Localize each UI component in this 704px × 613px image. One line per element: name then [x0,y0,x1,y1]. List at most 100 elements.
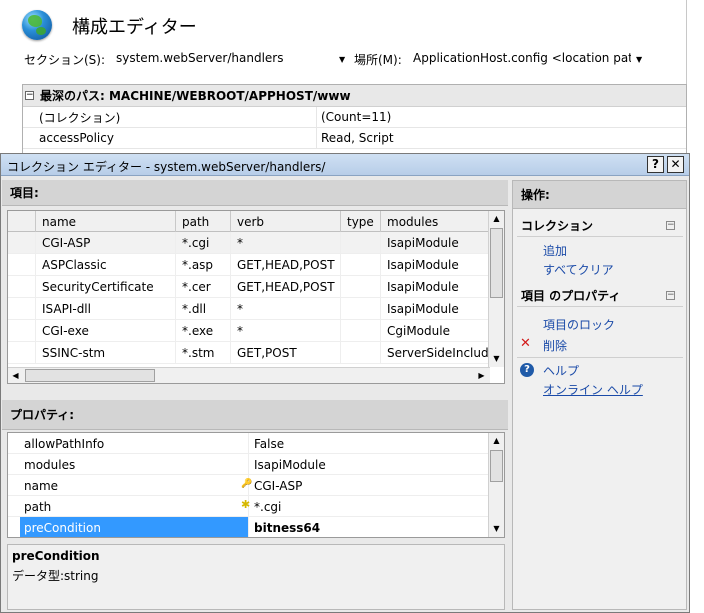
lock-item-link[interactable]: 項目のロック [543,316,615,333]
cell-verb: * [231,320,341,342]
cell-name: SSINC-stm [36,342,176,364]
scroll-thumb[interactable] [490,228,503,298]
column-header-type[interactable]: type [341,211,381,232]
required-star-icon: ✱ [241,498,251,511]
add-link[interactable]: 追加 [543,242,567,259]
actions-header: 操作: [513,181,686,209]
column-header-verb[interactable]: verb [231,211,341,232]
scroll-down-icon[interactable]: ▼ [489,521,504,537]
tree-row[interactable]: accessPolicy Read, Script [23,128,686,149]
path-header-text: 最深のパス: MACHINE/WEBROOT/APPHOST/www [40,89,351,103]
cell-path: *.exe [176,320,231,342]
property-row[interactable]: allowPathInfo False [8,433,490,454]
row-selector[interactable] [8,342,36,364]
collapse-icon[interactable]: − [666,221,675,230]
property-description: preCondition データ型:string [7,544,505,610]
table-row[interactable]: CGI-ASP *.cgi * IsapiModule [8,232,490,254]
location-dropdown-arrow-icon[interactable]: ▼ [636,55,642,64]
row-selector[interactable] [8,276,36,298]
property-row-selected[interactable]: preCondition bitness64 [8,517,490,537]
cell-modules: IsapiModule [387,236,459,250]
table-row[interactable]: SSINC-stm *.stm GET,POST ServerSideInclu… [8,342,490,364]
row-selector[interactable] [8,320,36,342]
cell-verb: * [231,232,341,254]
section-combo[interactable]: system.webServer/handlers [112,47,348,69]
property-name: allowPathInfo [8,433,249,454]
table-row[interactable]: ASPClassic *.asp GET,HEAD,POST IsapiModu… [8,254,490,276]
cell-name: SecurityCertificate [36,276,176,298]
property-name: modules [8,454,249,475]
property-value[interactable]: *.cgi [254,496,281,517]
items-vertical-scrollbar[interactable]: ▲ ▼ [488,211,504,367]
location-combo[interactable]: ApplicationHost.config <location path [409,47,631,69]
divider [517,357,683,358]
scroll-left-icon[interactable]: ◀ [8,368,23,383]
property-value[interactable]: CGI-ASP [254,475,302,496]
cell-modules: IsapiModule [387,280,459,294]
scroll-down-icon[interactable]: ▼ [489,351,504,367]
table-row[interactable]: SecurityCertificate *.cer GET,HEAD,POST … [8,276,490,298]
table-row[interactable]: ISAPI-dll *.dll * IsapiModule [8,298,490,320]
cell-type [341,320,381,342]
clear-all-link[interactable]: すべてクリア [543,261,614,278]
tree-row-name: accessPolicy [23,128,317,148]
description-text: データ型:string [12,569,99,583]
key-icon: 🔑 [241,479,253,489]
actions-group-collection[interactable]: コレクション − [517,215,683,237]
property-value[interactable]: bitness64 [254,517,320,537]
column-header-modules[interactable]: modules [381,211,490,232]
row-header-corner [8,211,36,232]
collapse-icon[interactable]: − [25,91,34,100]
table-row[interactable]: CGI-exe *.exe * CgiModule [8,320,490,342]
cell-type [341,254,381,276]
cell-name: CGI-exe [36,320,176,342]
section-dropdown-arrow-icon[interactable]: ▼ [339,55,345,64]
delete-link[interactable]: 削除 [543,337,567,354]
scroll-up-icon[interactable]: ▲ [489,433,504,449]
column-header-path[interactable]: path [176,211,231,232]
cell-type [341,276,381,298]
property-row[interactable]: name 🔑 CGI-ASP [8,475,490,496]
cell-path: *.dll [176,298,231,320]
help-icon[interactable]: ? [520,363,534,377]
help-link[interactable]: ヘルプ [543,362,579,379]
actions-pane: 操作: コレクション − 追加 すべてクリア 項目 のプロパティ − 項目のロッ… [512,180,687,610]
cell-type [341,342,381,364]
section-label: セクション(S): [24,53,106,67]
properties-section-header: プロパティ: [2,400,508,430]
cell-path: *.cer [176,276,231,298]
property-value[interactable]: False [254,433,284,454]
properties-grid: allowPathInfo False modules IsapiModule … [7,432,505,538]
cell-type [341,298,381,320]
property-row[interactable]: path ✱ *.cgi [8,496,490,517]
row-selector[interactable] [8,254,36,276]
cell-type [341,232,381,254]
config-editor-page: 構成エディター セクション(S): system.webServer/handl… [0,0,704,160]
property-row[interactable]: modules IsapiModule [8,454,490,475]
column-header-name[interactable]: name [36,211,176,232]
dialog-titlebar[interactable]: コレクション エディター - system.webServer/handlers… [1,154,689,176]
cell-verb: GET,HEAD,POST [231,276,341,298]
actions-group-item-properties[interactable]: 項目 のプロパティ − [517,285,683,307]
delete-icon[interactable]: ✕ [520,336,531,351]
row-selector[interactable] [8,298,36,320]
scroll-up-icon[interactable]: ▲ [489,211,504,227]
cell-verb: GET,HEAD,POST [231,254,341,276]
help-button[interactable]: ? [647,156,664,173]
globe-icon [22,10,52,40]
page-title: 構成エディター [72,17,197,38]
tree-row[interactable]: (コレクション) (Count=11) [23,107,686,128]
path-header[interactable]: − 最深のパス: MACHINE/WEBROOT/APPHOST/www [23,85,686,107]
scroll-thumb[interactable] [490,450,503,482]
properties-vertical-scrollbar[interactable]: ▲ ▼ [488,433,504,537]
row-selector[interactable] [8,232,36,254]
tree-row-value: (Count=11) [321,110,392,124]
property-value[interactable]: IsapiModule [254,454,326,475]
items-horizontal-scrollbar[interactable]: ◀ ▶ [8,367,490,383]
config-tree: − 最深のパス: MACHINE/WEBROOT/APPHOST/www (コレ… [22,84,687,160]
collapse-icon[interactable]: − [666,291,675,300]
scroll-right-icon[interactable]: ▶ [474,368,489,383]
close-button[interactable]: ✕ [667,156,684,173]
scroll-thumb[interactable] [25,369,155,382]
online-help-link[interactable]: オンライン ヘルプ [543,381,643,398]
